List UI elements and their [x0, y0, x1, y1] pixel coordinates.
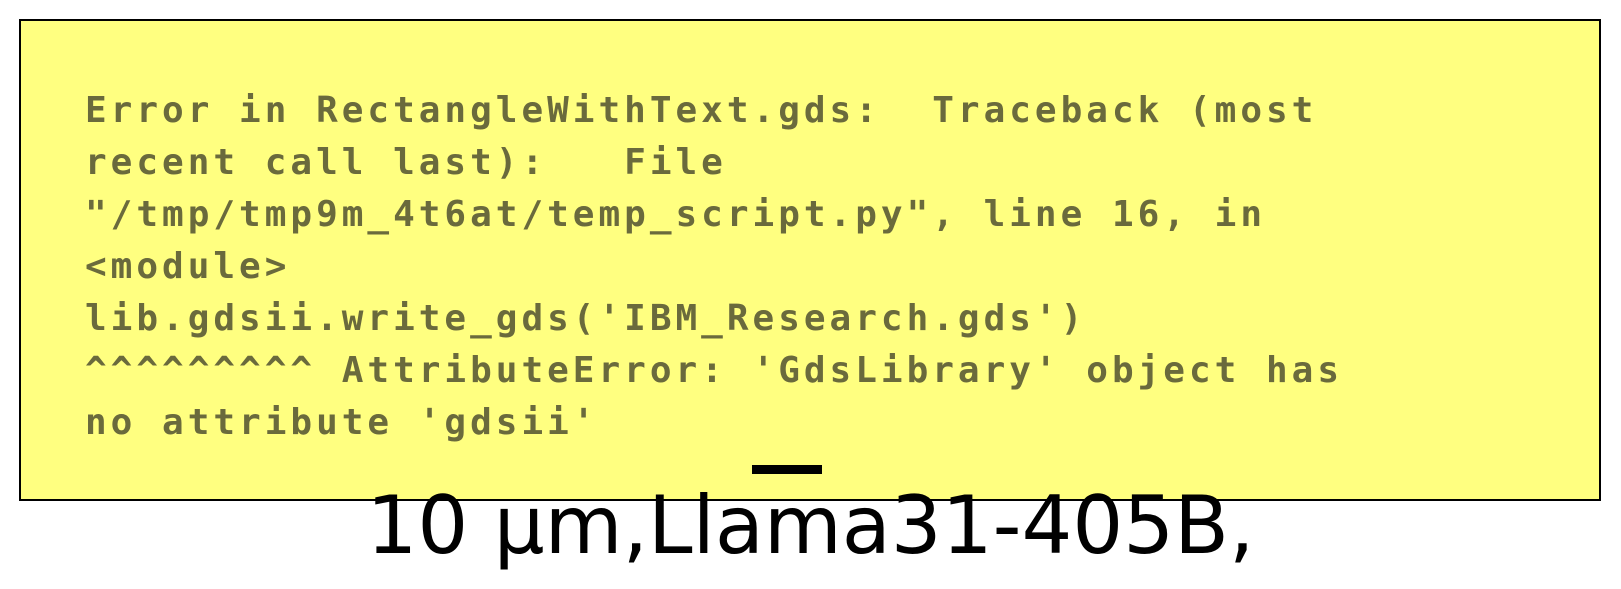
error-line: recent call last): File [85, 142, 727, 183]
error-line: <module> [85, 246, 291, 287]
error-line: ^^^^^^^^^ AttributeError: 'GdsLibrary' o… [85, 350, 1344, 391]
error-line: "/tmp/tmp9m_4t6at/temp_script.py", line … [85, 194, 1266, 235]
caption-label: 10 µm,Llama31-405B, [366, 479, 1255, 572]
error-line: Error in RectangleWithText.gds: Tracebac… [85, 90, 1318, 131]
error-line: no attribute 'gdsii' [85, 402, 599, 443]
error-message-text: Error in RectangleWithText.gds: Tracebac… [85, 85, 1565, 449]
error-message-panel: Error in RectangleWithText.gds: Tracebac… [19, 19, 1601, 501]
scale-bar [752, 465, 822, 474]
error-line: lib.gdsii.write_gds('IBM_Research.gds') [85, 298, 1087, 339]
